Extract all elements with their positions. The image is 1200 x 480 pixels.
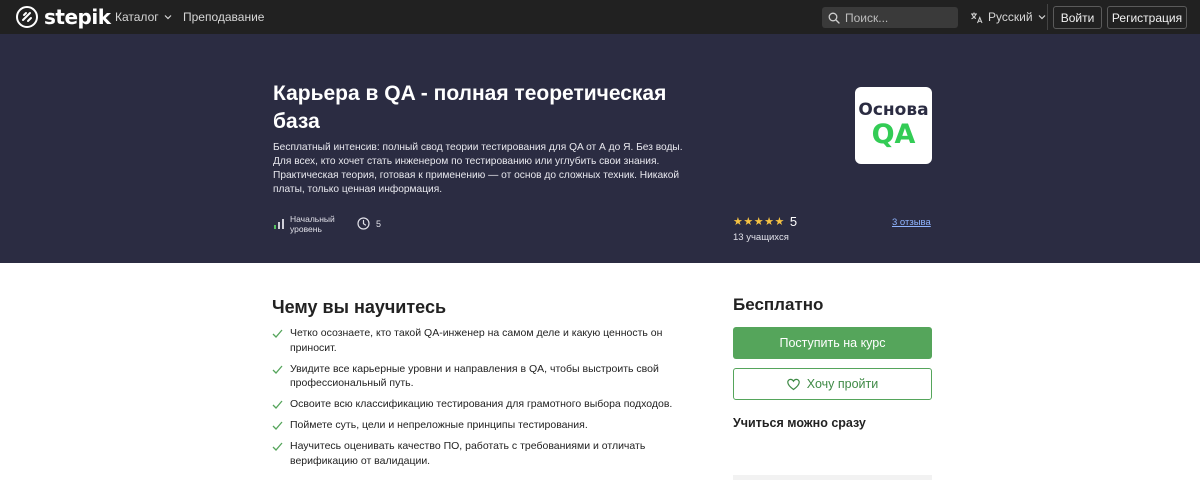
- course-rating: ★★★★★ 5: [733, 214, 797, 229]
- students-count: 13 учащихся: [733, 232, 789, 243]
- stepik-logo-icon: [16, 6, 38, 28]
- course-price: Бесплатно: [733, 295, 824, 314]
- rating-stars-icon: ★★★★★: [733, 216, 785, 228]
- learn-list: Четко осознаете, кто такой QA-инженер на…: [272, 326, 702, 475]
- level-bars-icon: [274, 219, 284, 229]
- language-selector[interactable]: Русский: [970, 10, 1046, 24]
- translate-icon: [971, 12, 983, 23]
- nav-teaching[interactable]: Преподавание: [183, 10, 264, 24]
- language-label: Русский: [988, 10, 1033, 24]
- list-item: Увидите все карьерные уровни и направлен…: [272, 362, 702, 391]
- list-item: Поймете суть, цели и непреложные принцип…: [272, 418, 702, 433]
- learn-item-text: Увидите все карьерные уровни и направлен…: [290, 362, 659, 390]
- learn-item-text: Четко осознаете, кто такой QA-инженер на…: [290, 327, 663, 354]
- login-button[interactable]: Войти: [1053, 6, 1102, 29]
- wishlist-button[interactable]: Хочу пройти: [733, 368, 932, 400]
- course-level: Начальный уровень: [273, 214, 350, 234]
- checkmark-icon: [272, 365, 283, 374]
- reviews-link[interactable]: 3 отзыва: [892, 217, 931, 228]
- enroll-button[interactable]: Поступить на курс: [733, 327, 932, 359]
- top-navigation-bar: stepik Каталог Преподавание Русский Войт…: [0, 0, 1200, 34]
- course-cover-image: Основа QA: [855, 87, 932, 164]
- course-description: Бесплатный интенсив: полный свод теории …: [273, 142, 683, 195]
- rating-value: 5: [789, 214, 798, 229]
- checkmark-icon: [272, 400, 283, 409]
- register-button[interactable]: Регистрация: [1107, 6, 1187, 29]
- learn-item-text: Научитесь оценивать качество ПО, работат…: [290, 440, 646, 467]
- logo-text: stepik: [44, 5, 111, 29]
- nav-teaching-label: Преподавание: [183, 10, 265, 24]
- course-cover-line2: QA: [871, 118, 916, 150]
- clock-icon: [357, 217, 370, 230]
- nav-catalog-label: Каталог: [115, 10, 159, 24]
- nav-catalog[interactable]: Каталог: [115, 10, 172, 24]
- search-box[interactable]: [822, 7, 958, 28]
- course-title: Карьера в QA - полная теоретическая база: [273, 82, 667, 133]
- start-now-note: Учиться можно сразу: [733, 416, 866, 430]
- learn-item-text: Освоите всю классификацию тестирования д…: [290, 398, 673, 410]
- course-cover-line1: Основа: [858, 99, 929, 120]
- course-duration: 5: [357, 217, 381, 230]
- search-input[interactable]: [845, 10, 955, 25]
- learn-item-text: Поймете суть, цели и непреложные принцип…: [290, 419, 588, 431]
- course-level-label: Начальный уровень: [290, 214, 335, 234]
- heart-icon: [786, 378, 800, 390]
- divider: [1047, 4, 1048, 30]
- course-hero: Карьера в QA - полная теоретическая база…: [0, 34, 1200, 263]
- learn-section-title: Чему вы научитесь: [272, 297, 447, 317]
- course-duration-value: 5: [376, 218, 382, 229]
- chevron-down-icon: [164, 15, 172, 20]
- wishlist-label: Хочу пройти: [806, 377, 879, 391]
- list-item: Освоите всю классификацию тестирования д…: [272, 397, 702, 412]
- sidebar-panel: [733, 475, 932, 480]
- list-item: Четко осознаете, кто такой QA-инженер на…: [272, 326, 702, 355]
- stepik-logo[interactable]: stepik: [16, 5, 111, 29]
- checkmark-icon: [272, 329, 283, 338]
- chevron-down-icon: [1038, 15, 1045, 20]
- search-icon: [828, 12, 840, 24]
- checkmark-icon: [272, 442, 283, 451]
- list-item: Научитесь оценивать качество ПО, работат…: [272, 439, 702, 468]
- checkmark-icon: [272, 421, 283, 430]
